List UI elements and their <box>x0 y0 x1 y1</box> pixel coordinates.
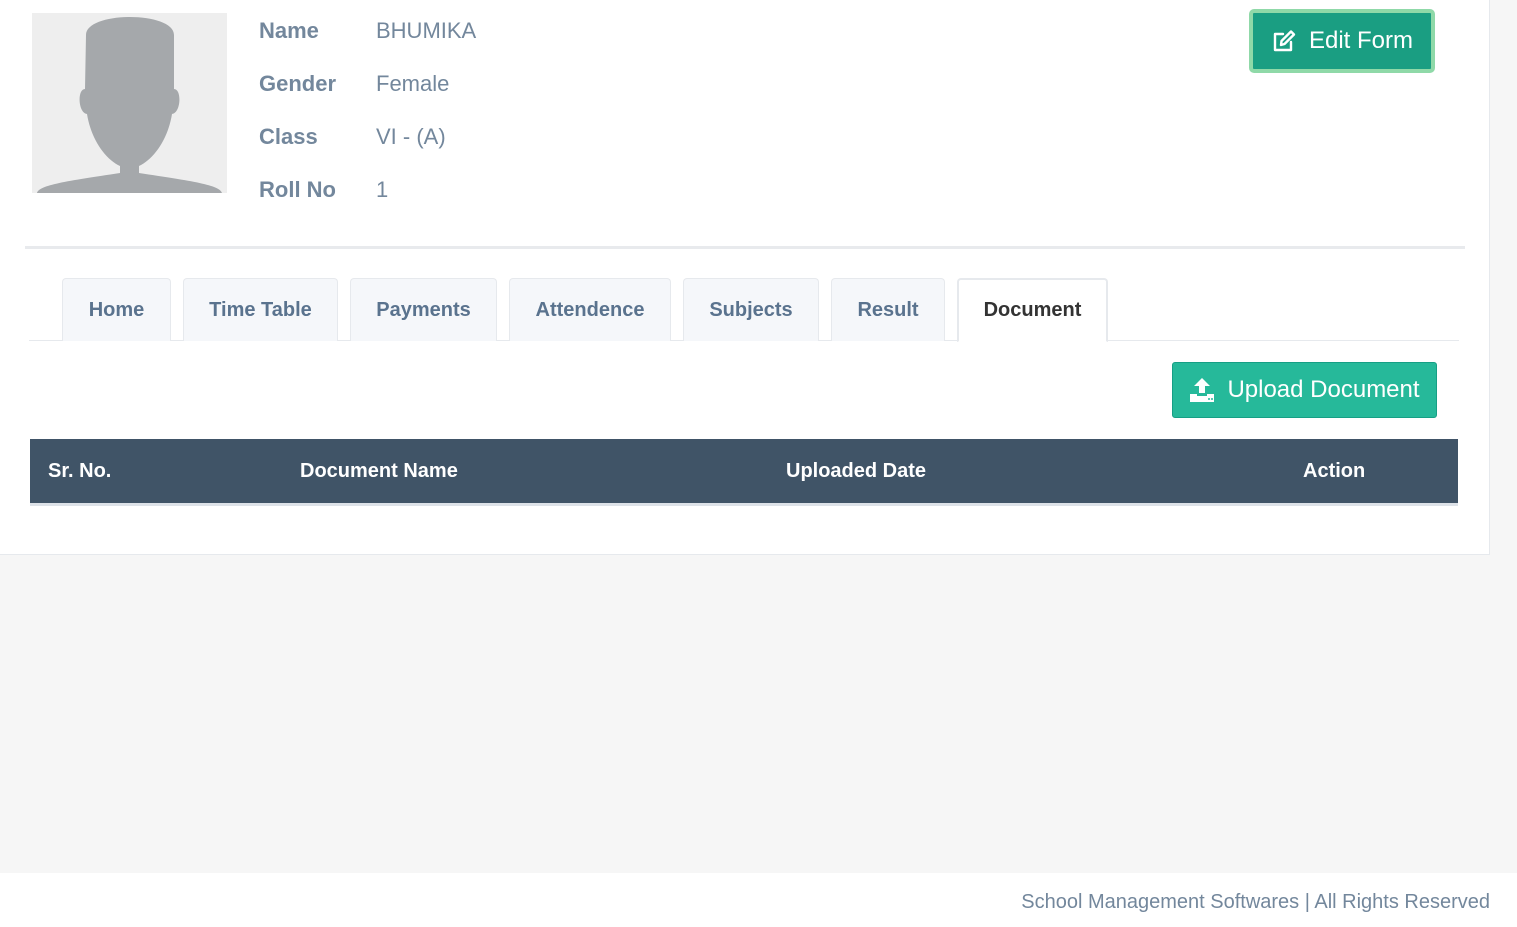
upload-document-button[interactable]: Upload Document <box>1172 362 1437 418</box>
upload-icon <box>1190 378 1215 402</box>
section-divider <box>25 246 1465 249</box>
column-header-document-name[interactable]: Document Name <box>300 460 458 483</box>
tab-time-table[interactable]: Time Table <box>183 278 338 341</box>
student-info: Name BHUMIKA Gender Female Class VI - (A… <box>259 18 476 230</box>
edit-form-button[interactable]: Edit Form <box>1249 9 1435 73</box>
tab-subjects[interactable]: Subjects <box>683 278 819 341</box>
edit-form-label: Edit Form <box>1308 27 1413 54</box>
tab-home[interactable]: Home <box>62 278 171 341</box>
tab-document[interactable]: Document <box>957 278 1108 342</box>
roll-no-label: Roll No <box>259 177 336 202</box>
tab-attendence[interactable]: Attendence <box>509 278 671 341</box>
table-body <box>30 503 1458 506</box>
column-header-sr-no[interactable]: Sr. No. <box>48 460 111 483</box>
tab-result[interactable]: Result <box>831 278 945 341</box>
student-profile-card: Name BHUMIKA Gender Female Class VI - (A… <box>0 0 1490 555</box>
name-value: BHUMIKA <box>376 18 477 43</box>
student-avatar <box>32 13 227 193</box>
profile-tabs: Home Time Table Payments Attendence Subj… <box>29 278 1459 342</box>
column-header-action[interactable]: Action <box>1303 460 1365 483</box>
page-footer: School Management Softwares | All Rights… <box>0 873 1517 927</box>
name-label: Name <box>259 18 319 43</box>
info-row-gender: Gender Female <box>259 71 476 124</box>
footer-copyright: School Management Softwares | All Rights… <box>1021 891 1490 913</box>
column-header-uploaded-date[interactable]: Uploaded Date <box>786 460 926 483</box>
roll-no-value: 1 <box>376 177 389 202</box>
upload-document-label: Upload Document <box>1227 376 1420 403</box>
user-silhouette-icon <box>32 13 227 193</box>
table-header: Sr. No. Document Name Uploaded Date Acti… <box>30 439 1458 503</box>
tab-payments[interactable]: Payments <box>350 278 497 341</box>
gender-value: Female <box>376 71 450 96</box>
info-row-name: Name BHUMIKA <box>259 18 476 71</box>
class-value: VI - (A) <box>376 124 446 149</box>
gender-label: Gender <box>259 71 337 96</box>
class-label: Class <box>259 124 318 149</box>
documents-table: Sr. No. Document Name Uploaded Date Acti… <box>30 439 1458 506</box>
edit-icon <box>1273 30 1296 52</box>
info-row-class: Class VI - (A) <box>259 124 476 177</box>
info-row-roll-no: Roll No 1 <box>259 177 476 230</box>
